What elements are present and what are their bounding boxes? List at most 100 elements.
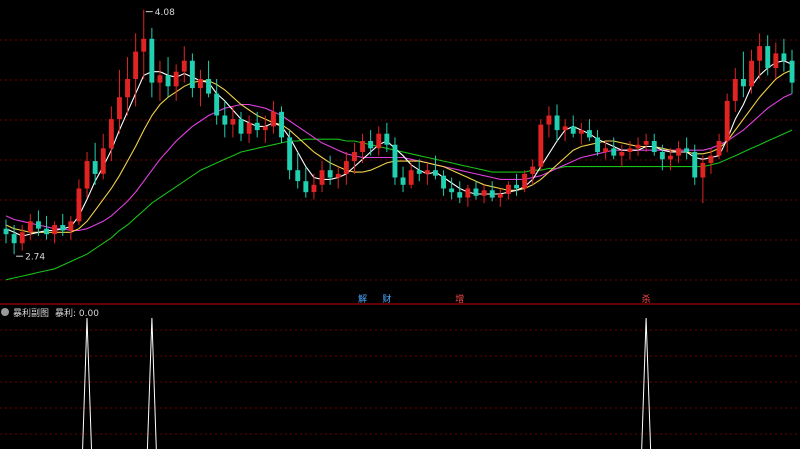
candle-body <box>546 115 552 125</box>
candle <box>400 166 406 193</box>
candle-body <box>627 148 633 152</box>
candle <box>84 152 90 198</box>
candle <box>3 219 9 244</box>
candle <box>335 166 341 189</box>
candle <box>489 181 495 202</box>
candle <box>570 115 576 138</box>
candle-body <box>651 141 657 152</box>
candle-body <box>125 79 130 98</box>
candle <box>619 144 625 167</box>
ma5-line <box>5 60 793 237</box>
candle <box>133 33 139 107</box>
candle-body <box>570 126 576 134</box>
candle-body <box>189 60 195 89</box>
candle-body <box>11 234 17 244</box>
candle-body <box>400 177 406 185</box>
candle-body <box>724 100 730 142</box>
indicator-name[interactable]: 暴利副图 <box>13 306 49 319</box>
candle-body <box>773 53 779 68</box>
candle <box>773 42 779 79</box>
candle-body <box>554 115 560 131</box>
candle-body <box>287 137 293 171</box>
signal-marker: 财 <box>382 293 391 305</box>
candle-body <box>765 46 771 68</box>
signal-marker: 解 <box>358 293 367 305</box>
ma20-line <box>5 93 793 232</box>
candle <box>732 68 738 112</box>
candle-body <box>368 141 374 149</box>
candle-body <box>157 75 163 83</box>
candle-body <box>530 166 536 174</box>
candle <box>700 155 706 204</box>
candle-body <box>619 152 625 156</box>
signal-marker: 杀 <box>642 293 651 305</box>
candle <box>343 152 349 185</box>
candle-body <box>708 155 714 163</box>
candle-body <box>578 130 584 134</box>
candle <box>360 133 365 163</box>
candle <box>319 161 325 193</box>
candle-body <box>92 161 98 174</box>
signal-marker: 增 <box>455 293 464 305</box>
candle <box>587 119 592 142</box>
indicator-spike <box>146 317 157 449</box>
moving-average-lines <box>5 60 793 281</box>
candle-body <box>343 161 349 174</box>
candle-body <box>465 188 471 198</box>
candle-body <box>433 170 438 176</box>
candle <box>578 122 584 145</box>
candle <box>157 60 163 101</box>
candle-body <box>76 188 82 222</box>
indicator-spike <box>82 317 92 449</box>
candle <box>416 159 422 182</box>
indicator-spike <box>641 317 652 449</box>
circle-indicator-icon[interactable] <box>1 308 9 316</box>
candle-body <box>84 161 90 189</box>
candle-body <box>741 79 746 87</box>
candle-body <box>424 170 430 174</box>
candle <box>716 133 722 160</box>
price-label: 4.08 <box>155 8 175 18</box>
candle-body <box>441 175 446 189</box>
candle <box>741 51 746 98</box>
candle-body <box>254 122 260 131</box>
candle-body <box>506 184 511 194</box>
candle-body <box>68 221 74 231</box>
candle <box>76 179 82 225</box>
candle <box>141 9 147 79</box>
candle-body <box>449 188 455 193</box>
candle-body <box>198 79 203 89</box>
candle-body <box>141 38 147 52</box>
candle-body <box>44 228 49 235</box>
indicator-value: 暴利: 0.00 <box>55 308 99 319</box>
candle-body <box>562 126 568 131</box>
candle-body <box>587 130 592 138</box>
candle-body <box>19 232 25 244</box>
candle-body <box>230 119 236 125</box>
candle <box>538 119 544 171</box>
candle-body <box>52 225 58 235</box>
candle-body <box>279 111 284 138</box>
candle <box>562 119 568 142</box>
candle <box>749 49 754 94</box>
candle-body <box>538 124 544 167</box>
chart-canvas: 4.082.74 解财增杀赚 <box>0 8 800 449</box>
candle-body <box>522 173 528 189</box>
candle <box>789 49 795 94</box>
candle-body <box>376 133 382 149</box>
candle-body <box>271 111 276 127</box>
candle <box>651 133 657 156</box>
candle-body <box>789 60 795 83</box>
candle-body <box>668 155 673 160</box>
candle-body <box>611 148 617 156</box>
candle <box>441 170 446 196</box>
candle-body <box>60 225 66 231</box>
candle-body <box>514 184 519 189</box>
candle-body <box>149 38 155 83</box>
candle <box>173 64 179 101</box>
candle-body <box>214 93 220 116</box>
candle-body <box>206 79 211 94</box>
candle-body <box>352 152 357 162</box>
candle <box>238 111 244 142</box>
candle <box>473 181 479 200</box>
